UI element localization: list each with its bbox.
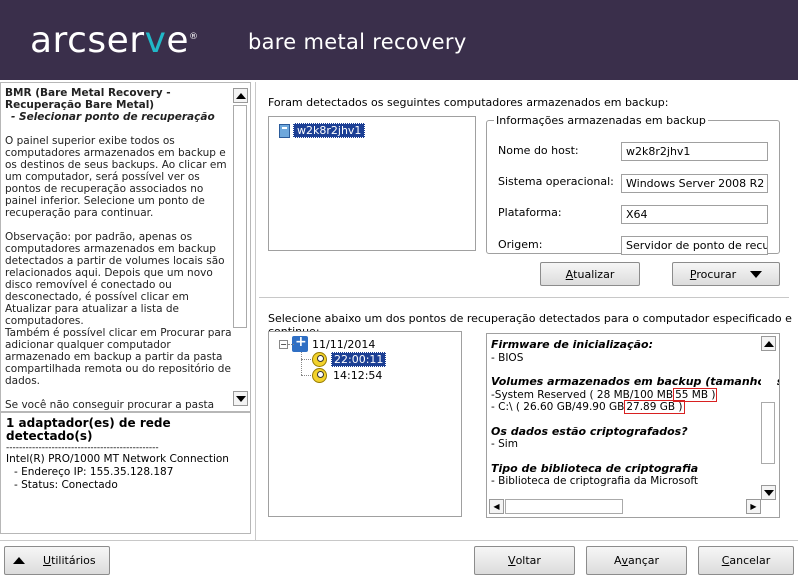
help-panel: BMR (Bare Metal Recovery - Recuperação B…: [0, 82, 251, 435]
network-panel: 1 adaptador(es) de rede detectado(s) ---…: [0, 412, 251, 534]
arrow-down-icon: [763, 489, 774, 496]
vertical-divider: [255, 82, 256, 540]
hosts-list[interactable]: w2k8r2jhv1: [268, 116, 476, 251]
recovery-point-icon: [312, 351, 327, 367]
network-ip: - Endereço IP: 155.35.128.187: [14, 466, 174, 478]
encryption-value: - Sim: [491, 438, 518, 450]
platform-label: Plataforma:: [498, 206, 562, 219]
scroll-thumb[interactable]: [505, 499, 623, 514]
backup-info-group: Informações armazenadas em backup Nome d…: [486, 114, 780, 255]
collapse-icon[interactable]: −: [279, 339, 288, 349]
section-divider: [259, 297, 789, 298]
product-title: bare metal recovery: [248, 30, 467, 54]
scroll-thumb[interactable]: [233, 105, 247, 328]
help-title-line1: BMR (Bare Metal Recovery -: [5, 87, 171, 99]
details-vscrollbar[interactable]: [761, 336, 777, 500]
arrow-down-icon: [235, 395, 246, 402]
origin-label: Origem:: [498, 238, 543, 251]
browse-button[interactable]: Procurar: [672, 262, 780, 286]
encryption-heading: Os dados estão criptografados?: [491, 424, 688, 438]
help-scrollbar[interactable]: [232, 85, 248, 409]
calendar-icon: [292, 334, 308, 352]
computer-icon: [279, 123, 290, 138]
help-title-line2: Recuperação Bare Metal): [5, 99, 155, 111]
scroll-down-button[interactable]: [761, 485, 776, 500]
network-status: - Status: Conectado: [14, 479, 118, 491]
hosts-title: Foram detectados os seguintes computador…: [268, 96, 669, 109]
cancel-button[interactable]: Cancelar: [698, 546, 794, 575]
host-name-label: Nome do host:: [498, 144, 579, 157]
arrow-right-icon: ▶: [750, 502, 757, 511]
help-subtitle: - Selecionar ponto de recuperação: [11, 111, 215, 123]
host-item-label: w2k8r2jhv1: [293, 123, 366, 138]
network-adapter: Intel(R) PRO/1000 MT Network Connection: [6, 453, 229, 465]
boot-firmware-value: - BIOS: [491, 351, 524, 364]
footer-divider: [0, 540, 798, 541]
next-button[interactable]: Av ançar: [586, 546, 687, 575]
refresh-button[interactable]: Atualizar: [540, 262, 640, 286]
scroll-right-button[interactable]: ▶: [746, 499, 761, 514]
back-button[interactable]: Voltar: [474, 546, 575, 575]
recovery-point-label: 14:12:54: [333, 368, 383, 382]
dropdown-arrow-icon: [750, 270, 763, 278]
arrow-up-icon: [763, 340, 774, 347]
tree-node-recovery-point[interactable]: 22:00:11: [312, 351, 387, 367]
help-text: BMR (Bare Metal Recovery - Recuperação B…: [5, 87, 233, 435]
arcserve-logo: arcserve®: [30, 20, 199, 61]
network-heading: 1 adaptador(es) de rede detectado(s): [6, 416, 171, 443]
host-item[interactable]: w2k8r2jhv1: [277, 123, 368, 138]
scroll-thumb[interactable]: [761, 402, 775, 464]
tree-line: [301, 359, 311, 360]
os-label: Sistema operacional:: [498, 175, 614, 188]
scroll-down-button[interactable]: [233, 391, 248, 406]
details-content: Firmware de inicialização: - BIOS Volume…: [491, 338, 780, 488]
scroll-left-button[interactable]: ◀: [489, 499, 504, 514]
app-header: arcserve® bare metal recovery: [0, 0, 798, 80]
help-paragraph: Também é possível clicar em Procurar par…: [5, 327, 232, 387]
origin-field: Servidor de ponto de recuperação: [621, 236, 768, 255]
crypto-library-value: - Biblioteca de criptografia da Microsof…: [491, 475, 698, 487]
platform-field: X64: [621, 205, 768, 224]
scroll-up-button[interactable]: [761, 336, 776, 351]
crypto-library-heading: Tipo de biblioteca de criptografia: [491, 461, 699, 475]
help-paragraph: Observação: por padrão, apenas os comput…: [5, 231, 225, 327]
volume-item: - C:\ ( 26.60 GB/49.90 GB 27.89 GB ): [491, 400, 685, 414]
tree-line: [288, 344, 294, 345]
host-name-field: w2k8r2jhv1: [621, 142, 768, 161]
size-highlight: 27.89 GB ): [624, 400, 685, 414]
boot-firmware-heading: Firmware de inicialização:: [491, 338, 653, 351]
tree-line: [301, 352, 302, 375]
details-hscrollbar[interactable]: ◀ ▶: [489, 499, 761, 515]
os-field: Windows Server 2008 R2: [621, 174, 768, 193]
recovery-point-label: 22:00:11: [331, 351, 387, 367]
tree-line: [301, 375, 311, 376]
help-paragraph: O painel superior exibe todos os computa…: [5, 135, 227, 219]
tree-node-recovery-point[interactable]: 14:12:54: [312, 367, 384, 383]
recovery-point-tree[interactable]: − 11/11/2014 22:00:11 14:12:54: [268, 331, 462, 517]
backup-info-legend: Informações armazenadas em backup: [496, 114, 706, 127]
network-divider: ----------------------------------------…: [6, 443, 159, 453]
tree-date-label: 11/11/2014: [312, 337, 376, 351]
utilities-button[interactable]: Utilitários: [4, 546, 110, 575]
scroll-up-button[interactable]: [233, 88, 248, 103]
arrow-left-icon: ◀: [493, 502, 500, 511]
arrow-up-icon: [13, 557, 25, 564]
arrow-up-icon: [235, 92, 246, 99]
recovery-point-icon: [312, 367, 327, 383]
recovery-point-details: Firmware de inicialização: - BIOS Volume…: [486, 333, 780, 518]
volumes-heading: Volumes armazenados em backup (tamanho u…: [491, 375, 780, 388]
